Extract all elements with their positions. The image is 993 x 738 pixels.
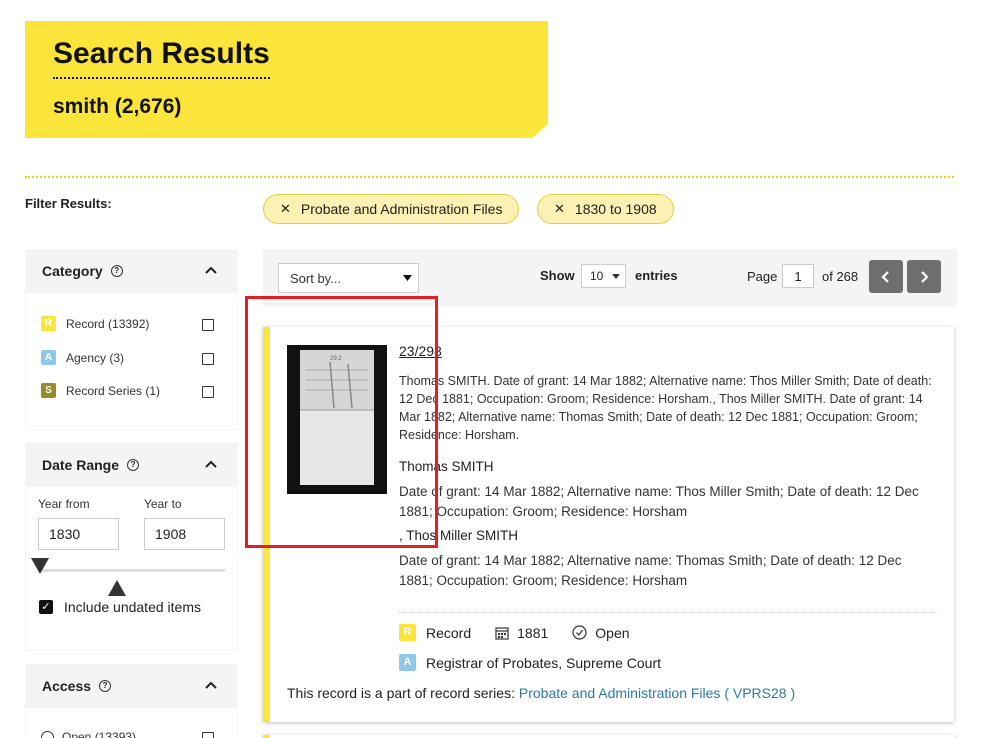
entries-per-page-value: 10 <box>590 269 604 283</box>
chevron-left-icon <box>881 270 889 283</box>
record-agency: Registrar of Probates, Supreme Court <box>426 654 661 671</box>
access-title: Access <box>42 678 92 694</box>
year-to-input[interactable]: 1908 <box>144 518 225 550</box>
search-results-header: Search Results smith (2,676) <box>25 21 548 138</box>
filter-results-label: Filter Results: <box>25 196 112 211</box>
filter-chip-label: 1830 to 1908 <box>574 201 657 217</box>
help-icon[interactable]: ? <box>127 459 140 471</box>
entries-per-page-select[interactable]: 10 <box>581 264 626 288</box>
category-panel: Category ? R Record (13392) A Agency (3)… <box>25 249 238 430</box>
record-series-line: This record is a part of record series: … <box>287 685 795 701</box>
sort-select-value: Sort by... <box>290 270 342 286</box>
record-type-label: Record <box>426 624 472 641</box>
entries-label: entries <box>635 268 678 283</box>
category-title: Category <box>42 263 103 279</box>
category-panel-body: R Record (13392) A Agency (3) S Record S… <box>26 293 237 429</box>
page-label: Page <box>747 269 778 284</box>
year-from-input[interactable]: 1830 <box>38 518 119 550</box>
help-icon[interactable]: ? <box>99 680 112 692</box>
check-circle-icon <box>572 625 587 640</box>
chevron-up-icon[interactable] <box>204 678 218 692</box>
record-year: 1881 <box>517 624 549 641</box>
close-icon[interactable]: ✕ <box>280 201 291 217</box>
chevron-up-icon[interactable] <box>204 457 218 471</box>
include-undated-checkbox[interactable]: ✓ <box>39 600 53 614</box>
query-summary: smith (2,676) <box>53 95 182 118</box>
open-icon <box>41 730 54 738</box>
series-badge: S <box>41 383 56 398</box>
record-agency-row: A Registrar of Probates, Supreme Court <box>399 654 661 671</box>
year-to-label: Year to <box>144 497 182 511</box>
caret-down-icon <box>403 275 412 281</box>
series-prefix: This record is a part of record series: <box>287 685 515 701</box>
chevron-right-icon <box>921 270 929 283</box>
calendar-icon <box>495 626 509 640</box>
access-panel-header[interactable]: Access ? <box>25 664 238 708</box>
access-item-open: Open (13393) <box>41 730 136 738</box>
person-detail: Date of grant: 14 Mar 1882; Alternative … <box>399 553 902 588</box>
category-item-label: Record Series (1) <box>66 383 161 398</box>
include-undated-label: Include undated items <box>64 599 201 615</box>
person-detail: Date of grant: 14 Mar 1882; Alternative … <box>399 484 919 519</box>
slider-handle-from[interactable] <box>30 557 50 575</box>
chevron-up-icon[interactable] <box>204 263 218 277</box>
access-item-label: Open (13393) <box>62 730 137 738</box>
header-divider <box>25 176 954 178</box>
filter-chip-label: Probate and Administration Files <box>300 201 503 217</box>
record-description: Thomas SMITH. Date of grant: 14 Mar 1882… <box>399 374 932 442</box>
next-page-button[interactable] <box>907 260 941 293</box>
page-count: of 268 <box>822 269 859 284</box>
year-slider-track[interactable] <box>38 569 225 572</box>
record-meta-row: R Record 1881 Open <box>399 624 630 641</box>
category-record-checkbox[interactable] <box>202 319 214 331</box>
previous-page-button[interactable] <box>869 260 903 293</box>
record-access-status: Open <box>595 624 630 641</box>
year-from-label: Year from <box>38 497 90 511</box>
category-item-record: R Record (13392) <box>41 316 149 331</box>
help-icon[interactable]: ? <box>110 265 123 277</box>
access-panel-body: Open (13393) <box>26 708 237 738</box>
date-range-title: Date Range <box>42 457 120 473</box>
date-range-panel-header[interactable]: Date Range ? <box>25 443 238 487</box>
series-link[interactable]: Probate and Administration Files ( VPRS2… <box>519 685 795 701</box>
filter-chip-date[interactable]: ✕ 1830 to 1908 <box>537 194 674 224</box>
category-item-label: Agency (3) <box>66 350 125 365</box>
include-undated-option[interactable]: ✓ Include undated items <box>39 599 201 615</box>
category-item-agency: A Agency (3) <box>41 350 124 365</box>
access-open-checkbox[interactable] <box>202 732 214 738</box>
page-number-input[interactable]: 1 <box>782 264 814 288</box>
record-badge: R <box>399 624 416 641</box>
close-icon[interactable]: ✕ <box>554 201 565 217</box>
filter-chip-series[interactable]: ✕ Probate and Administration Files <box>263 194 520 224</box>
category-series-checkbox[interactable] <box>202 386 214 398</box>
category-item-series: S Record Series (1) <box>41 383 160 398</box>
caret-down-icon <box>612 274 620 279</box>
record-badge: R <box>41 316 56 331</box>
sort-select[interactable]: Sort by... <box>278 263 419 293</box>
page-title: Search Results <box>53 37 270 79</box>
slider-handle-to[interactable] <box>107 579 127 597</box>
category-item-label: Record (13392) <box>66 316 150 331</box>
category-panel-header[interactable]: Category ? <box>25 249 238 293</box>
access-panel: Access ? Open (13393) <box>25 664 238 738</box>
agency-badge: A <box>41 350 56 365</box>
date-range-panel-body: Year from Year to 1830 1908 ✓ Include un… <box>26 487 237 650</box>
show-label: Show <box>540 268 575 283</box>
agency-badge: A <box>399 654 416 671</box>
category-agency-checkbox[interactable] <box>202 353 214 365</box>
highlight-box <box>245 296 438 548</box>
date-range-panel: Date Range ? Year from Year to 1830 1908… <box>25 443 238 651</box>
card-divider <box>399 612 938 613</box>
